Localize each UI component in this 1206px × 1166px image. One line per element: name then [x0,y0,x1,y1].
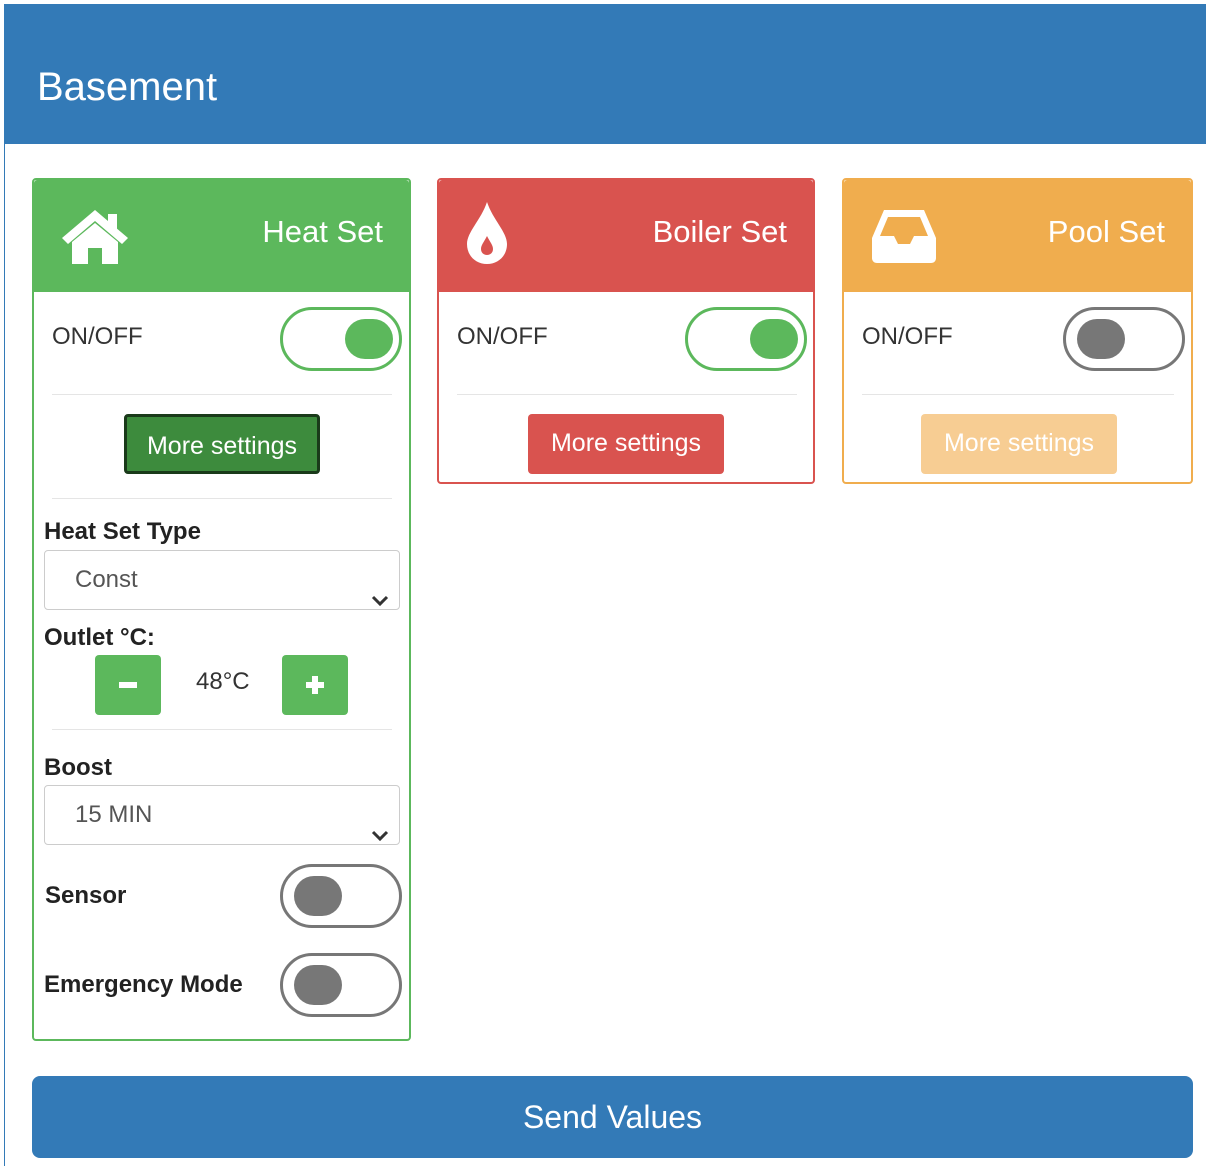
toggle-knob [1077,319,1125,359]
minus-icon [119,682,137,688]
heat-more-settings-button[interactable]: More settings [124,414,320,474]
boost-value: 15 MIN [75,801,153,828]
heat-set-type-select[interactable]: Const [44,550,400,610]
divider [52,498,392,499]
pool-onoff-label: ON/OFF [862,323,953,350]
heat-onoff-label: ON/OFF [52,323,143,350]
boost-select[interactable]: 15 MIN [44,785,400,845]
boiler-set-title: Boiler Set [652,214,787,249]
pool-set-title: Pool Set [1047,214,1165,249]
boiler-onoff-toggle[interactable] [685,307,807,371]
panel-heading: Basement [4,4,1206,144]
send-values-button[interactable]: Send Values [32,1076,1193,1158]
divider [862,394,1174,395]
heat-set-type-label: Heat Set Type [44,518,201,545]
toggle-knob [345,319,393,359]
emergency-mode-toggle[interactable] [280,953,402,1017]
boiler-set-header: Boiler Set [439,180,813,292]
divider [52,394,392,395]
boost-label: Boost [44,754,112,781]
divider [52,729,392,730]
boiler-onoff-label: ON/OFF [457,323,548,350]
divider [457,394,797,395]
heat-onoff-toggle[interactable] [280,307,402,371]
pool-onoff-toggle[interactable] [1063,307,1185,371]
inbox-tray-icon [870,208,938,269]
pool-set-card: Pool Set ON/OFF More settings [842,178,1193,484]
heat-set-header: Heat Set [34,180,409,292]
toggle-knob [750,319,798,359]
chevron-down-icon [371,572,389,630]
panel-title: Basement [37,65,218,109]
sensor-label: Sensor [45,882,127,909]
outlet-increase-button[interactable] [282,655,348,715]
outlet-value: 48°C [196,668,250,695]
pool-set-header: Pool Set [844,180,1191,292]
plus-icon [306,676,324,694]
chevron-down-icon [371,807,389,865]
boiler-more-settings-button[interactable]: More settings [528,414,724,474]
heat-set-title: Heat Set [262,214,383,249]
heat-set-card: Heat Set ON/OFF More settings Heat Set T… [32,178,411,1041]
sensor-toggle[interactable] [280,864,402,928]
toggle-knob [294,965,342,1005]
boiler-set-card: Boiler Set ON/OFF More settings [437,178,815,484]
emergency-mode-label: Emergency Mode [44,971,243,998]
home-icon [60,206,130,269]
heat-set-type-value: Const [75,566,138,593]
water-drop-icon [463,200,511,271]
toggle-knob [294,876,342,916]
outlet-label: Outlet °C: [44,624,155,651]
outlet-decrease-button[interactable] [95,655,161,715]
pool-more-settings-button[interactable]: More settings [921,414,1117,474]
